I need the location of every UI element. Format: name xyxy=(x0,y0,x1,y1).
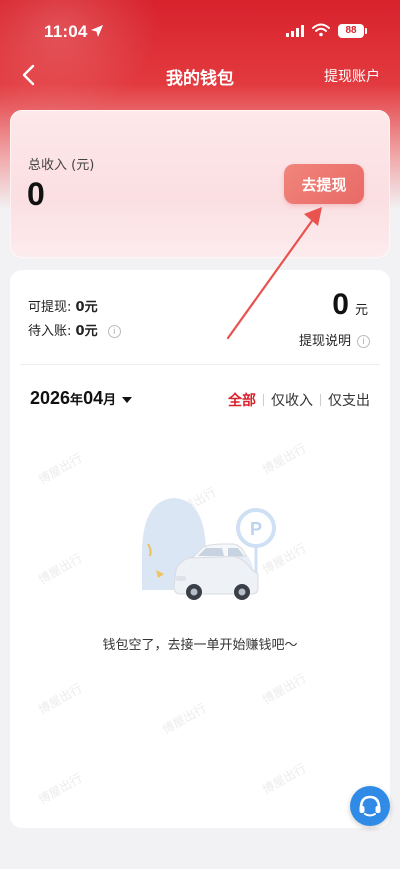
month-picker-month-unit: 月 xyxy=(103,392,117,407)
caret-down-icon xyxy=(122,396,133,403)
income-card: 总收入 (元) 0 去提现 xyxy=(10,110,390,258)
total-income-value: 0 xyxy=(27,176,45,212)
empty-state-message: 钱包空了，去接一单开始赚钱吧～ xyxy=(102,638,298,653)
withdrawable-row: 可提现: 0元 xyxy=(28,296,98,315)
watermark: 博屋出行 xyxy=(259,760,309,797)
withdraw-button[interactable]: 去提现 xyxy=(284,164,364,204)
balance-amount: 0元 xyxy=(332,288,368,322)
filter-expense-only[interactable]: 仅支出 xyxy=(328,390,370,410)
watermark: 博屋出行 xyxy=(159,700,209,737)
pending-value: 0元 xyxy=(75,324,98,339)
total-income-label: 总收入 (元) xyxy=(28,158,95,173)
withdraw-note-label: 提现说明 xyxy=(298,334,351,349)
status-time: 11:04 xyxy=(44,22,88,41)
balance-amount-value: 0 xyxy=(332,288,349,321)
watermark: 博屋出行 xyxy=(259,440,309,477)
filter-separator xyxy=(320,394,321,406)
pending-label: 待入账: xyxy=(28,324,72,339)
empty-wallet-car-illustration: P xyxy=(142,498,276,600)
wifi-icon xyxy=(312,23,330,37)
info-icon[interactable]: i xyxy=(107,325,121,338)
wallet-detail-card: 博屋出行 博屋出行 博屋出行 博屋出行 博屋出行 博屋出行 博屋出行 博屋出行 … xyxy=(10,270,390,828)
customer-service-button[interactable] xyxy=(350,786,390,826)
signal-icon xyxy=(286,25,304,37)
balance-amount-unit: 元 xyxy=(354,303,368,318)
month-picker-year: 2026 xyxy=(30,388,71,408)
withdraw-account-link[interactable]: 提现账户 xyxy=(324,66,380,86)
nav-bar: 我的钱包 提现账户 xyxy=(0,52,400,98)
month-picker-month: 04 xyxy=(83,388,104,408)
watermark: 博屋出行 xyxy=(35,770,85,807)
battery-indicator: 88 xyxy=(338,24,367,38)
withdraw-note-link[interactable]: 提现说明 i xyxy=(299,330,370,349)
customer-service-icon xyxy=(359,795,381,817)
filter-income-only[interactable]: 仅收入 xyxy=(271,390,313,410)
location-arrow-icon xyxy=(91,25,103,37)
svg-text:P: P xyxy=(250,519,262,539)
filter-separator xyxy=(263,394,264,406)
filter-all[interactable]: 全部 xyxy=(228,390,256,410)
withdrawable-label: 可提现: xyxy=(28,300,72,315)
info-icon: i xyxy=(357,335,370,348)
status-bar: 11:04 88 xyxy=(0,0,400,50)
watermark: 博屋出行 xyxy=(259,670,309,707)
pending-row: 待入账: 0元 i xyxy=(28,320,121,339)
filter-tabs: 全部 仅收入 仅支出 xyxy=(228,390,370,410)
month-picker[interactable]: 2026年04月 xyxy=(30,388,133,409)
withdrawable-value: 0元 xyxy=(75,300,98,315)
watermark: 博屋出行 xyxy=(35,680,85,717)
month-picker-year-unit: 年 xyxy=(70,392,84,407)
watermark: 博屋出行 xyxy=(35,550,85,587)
divider xyxy=(20,364,380,365)
watermark: 博屋出行 xyxy=(35,450,85,487)
